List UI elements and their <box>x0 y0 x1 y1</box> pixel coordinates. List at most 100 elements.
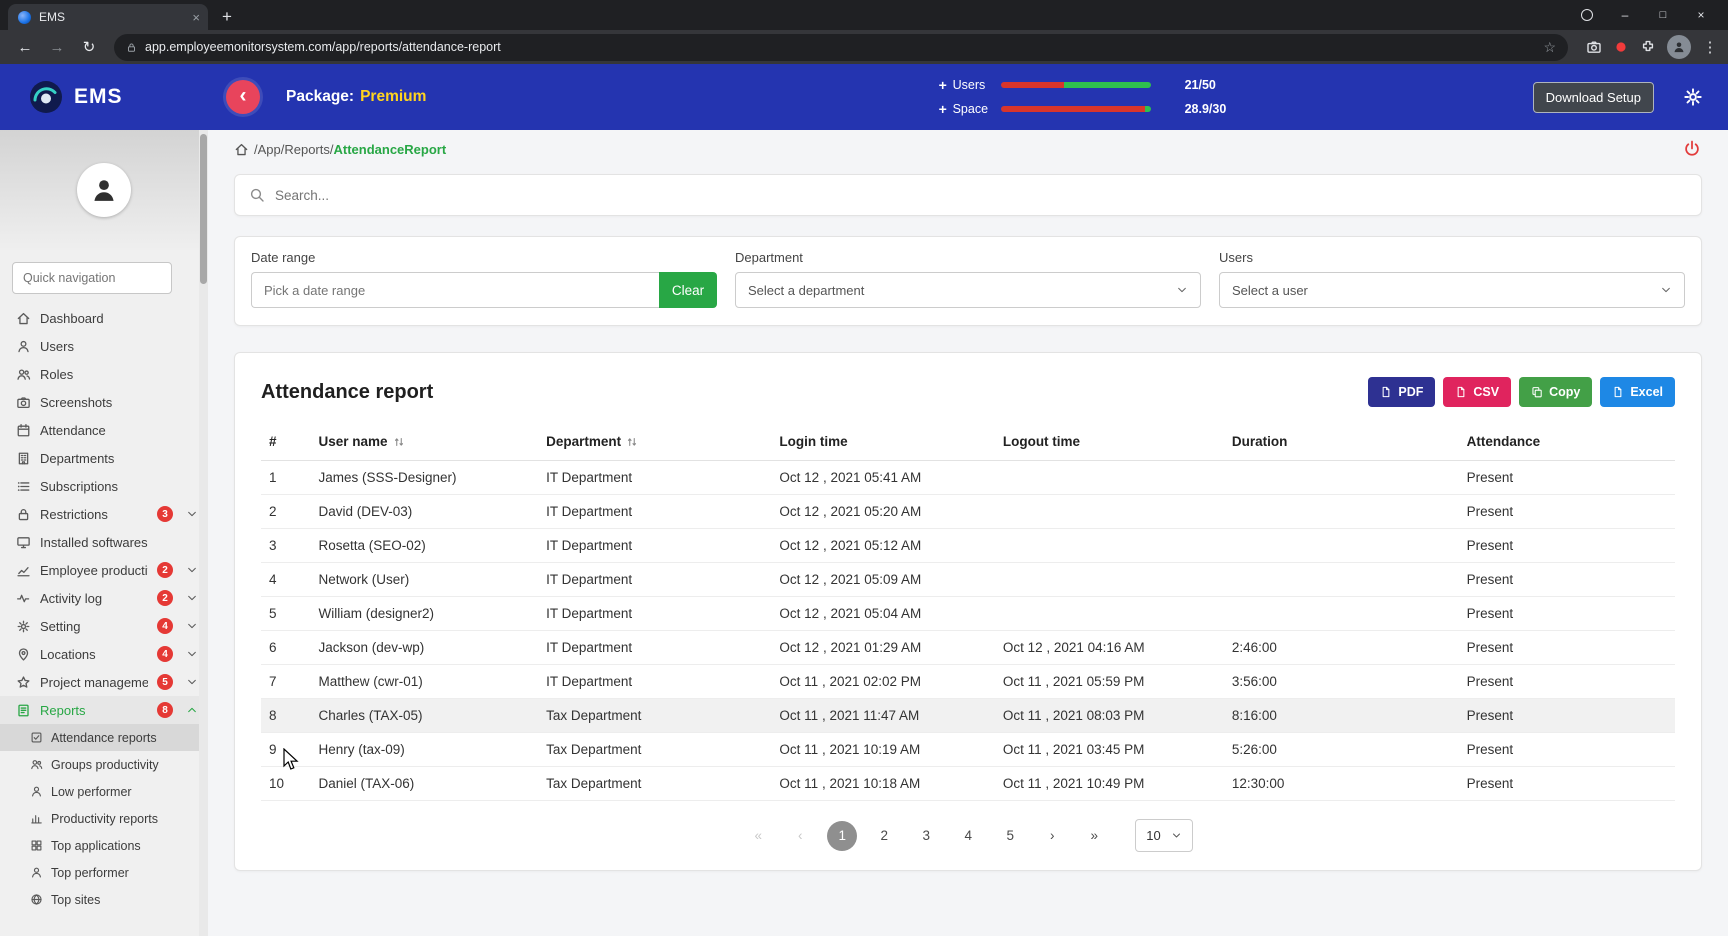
table-row[interactable]: 6 Jackson (dev-wp) IT Department Oct 12 , 2… <box>261 630 1675 665</box>
next-page-button[interactable]: › <box>1037 821 1067 851</box>
pdf-export-button[interactable]: PDF <box>1368 377 1436 407</box>
add-users-button[interactable]: + <box>939 77 953 93</box>
table-row[interactable]: 8 Charles (TAX-05) Tax Department Oct 11 , … <box>261 698 1675 733</box>
sidebar-item-project-management[interactable]: Project management 5 <box>0 668 208 696</box>
sidebar-subitem-top-performer[interactable]: Top performer <box>0 859 208 886</box>
browser-profile-avatar[interactable] <box>1667 35 1691 59</box>
notification-badge: 2 <box>157 562 173 578</box>
add-space-button[interactable]: + <box>939 101 953 117</box>
department-select[interactable]: Select a department <box>735 272 1201 308</box>
new-tab-button[interactable]: + <box>214 4 240 30</box>
sidebar-item-screenshots[interactable]: Screenshots <box>0 388 208 416</box>
sidebar-subitem-low-performer[interactable]: Low performer <box>0 778 208 805</box>
chevron-down-icon <box>186 592 198 604</box>
media-controls-icon[interactable] <box>1568 0 1606 30</box>
sidebar-subitem-top-sites[interactable]: Top sites <box>0 886 208 913</box>
sidebar-subitem-label: Attendance reports <box>51 730 157 745</box>
search-input[interactable] <box>275 187 1687 203</box>
sidebar-subitem-top-applications[interactable]: Top applications <box>0 832 208 859</box>
last-page-button[interactable]: » <box>1079 821 1109 851</box>
activity-icon <box>16 591 31 606</box>
sidebar-item-roles[interactable]: Roles <box>0 360 208 388</box>
page-size-select[interactable]: 10 <box>1135 819 1193 852</box>
recording-indicator-icon[interactable] <box>1613 39 1629 55</box>
table-cell: 3 <box>261 528 311 563</box>
table-row[interactable]: 9 Henry (tax-09) Tax Department Oct 11 , 20… <box>261 732 1675 767</box>
sidebar-item-reports[interactable]: Reports 8 <box>0 696 208 724</box>
sidebar-subitem-productivity-reports[interactable]: Productivity reports <box>0 805 208 832</box>
table-cell: Oct 11 , 2021 10:49 PM <box>994 766 1224 801</box>
sidebar-item-restrictions[interactable]: Restrictions 3 <box>0 500 208 528</box>
table-row[interactable]: 3 Rosetta (SEO-02) IT Department Oct 12 , 2… <box>261 528 1675 563</box>
header-back-button[interactable]: ‹ <box>226 80 260 114</box>
settings-gear-icon[interactable] <box>1682 86 1704 108</box>
window-close-button[interactable]: × <box>1682 0 1720 30</box>
sidebar-scrollbar-thumb[interactable] <box>200 134 207 284</box>
export-button-label: Copy <box>1549 385 1581 399</box>
excel-export-button[interactable]: Excel <box>1600 377 1675 407</box>
clear-button[interactable]: Clear <box>659 272 717 308</box>
first-page-button[interactable]: « <box>743 821 773 851</box>
sidebar-item-installed-softwares[interactable]: Installed softwares <box>0 528 208 556</box>
sidebar-item-activity-log[interactable]: Activity log 2 <box>0 584 208 612</box>
page-button-4[interactable]: 4 <box>953 821 983 851</box>
forward-nav-button[interactable]: → <box>42 32 72 62</box>
sidebar-item-departments[interactable]: Departments <box>0 444 208 472</box>
breadcrumb-home-icon[interactable] <box>234 142 249 157</box>
sidebar-scrollbar[interactable] <box>199 130 208 936</box>
page-button-3[interactable]: 3 <box>911 821 941 851</box>
attendance-table: # User name Department Login time Logout tim… <box>261 423 1675 801</box>
browser-menu-icon[interactable]: ⋮ <box>1702 38 1718 56</box>
table-cell: 2 <box>261 494 311 529</box>
window-maximize-button[interactable]: □ <box>1644 0 1682 30</box>
quick-navigation-input[interactable] <box>12 262 172 294</box>
sidebar-item-locations[interactable]: Locations 4 <box>0 640 208 668</box>
table-cell: 9 <box>261 732 311 767</box>
sidebar-subitem-groups-productivity[interactable]: Groups productivity <box>0 751 208 778</box>
sidebar-item-attendance[interactable]: Attendance <box>0 416 208 444</box>
home-icon <box>16 311 31 326</box>
sidebar-item-dashboard[interactable]: Dashboard <box>0 304 208 332</box>
csv-export-button[interactable]: CSV <box>1443 377 1512 407</box>
user-icon <box>16 339 31 354</box>
tab-close-icon[interactable]: × <box>192 10 200 25</box>
copy-export-button[interactable]: Copy <box>1519 377 1593 407</box>
profile-avatar[interactable] <box>77 163 131 217</box>
table-row[interactable]: 10 Daniel (TAX-06) Tax Department Oct 11 , … <box>261 766 1675 801</box>
users-select[interactable]: Select a user <box>1219 272 1685 308</box>
table-row[interactable]: 4 Network (User) IT Department Oct 12 , 202… <box>261 562 1675 597</box>
table-cell <box>1223 562 1459 597</box>
address-bar[interactable]: app.employeemonitorsystem.com/app/report… <box>114 33 1568 61</box>
page-button-1[interactable]: 1 <box>827 820 858 851</box>
extensions-icon[interactable] <box>1640 39 1656 55</box>
sidebar-subitem-attendance-reports[interactable]: Attendance reports <box>0 724 208 751</box>
browser-tab[interactable]: EMS × <box>8 4 208 30</box>
sidebar-item-subscriptions[interactable]: Subscriptions <box>0 472 208 500</box>
sidebar-item-employee-productivity[interactable]: Employee productivity 2 <box>0 556 208 584</box>
app-body: Dashboard Users Roles Screenshots Attendance… <box>0 130 1728 936</box>
table-cell: Tax Department <box>538 698 772 733</box>
page-button-2[interactable]: 2 <box>869 821 899 851</box>
sidebar-item-users[interactable]: Users <box>0 332 208 360</box>
table-cell: Oct 12 , 2021 01:29 AM <box>771 630 995 665</box>
users-chevron-down-icon <box>1660 284 1672 296</box>
window-minimize-button[interactable]: – <box>1606 0 1644 30</box>
app-header: EMS ‹ Package: Premium + Users 21/50 + Sp… <box>0 64 1728 130</box>
table-row[interactable]: 5 William (designer2) IT Department Oct 12 … <box>261 596 1675 631</box>
sidebar-item-setting[interactable]: Setting 4 <box>0 612 208 640</box>
column-header-user-name[interactable]: User name <box>310 423 539 461</box>
table-row[interactable]: 2 David (DEV-03) IT Department Oct 12 , 202… <box>261 494 1675 529</box>
prev-page-button[interactable]: ‹ <box>785 821 815 851</box>
download-setup-button[interactable]: Download Setup <box>1532 81 1654 113</box>
page-button-5[interactable]: 5 <box>995 821 1025 851</box>
file-icon <box>1380 386 1392 398</box>
table-row[interactable]: 1 James (SSS-Designer) IT Department Oct 12… <box>261 460 1675 495</box>
reload-button[interactable]: ↻ <box>74 32 104 62</box>
screen-capture-extension-icon[interactable] <box>1586 39 1602 55</box>
logout-power-icon[interactable] <box>1682 139 1702 159</box>
date-range-input[interactable] <box>251 272 659 308</box>
back-nav-button[interactable]: ← <box>10 32 40 62</box>
table-row[interactable]: 7 Matthew (cwr-01) IT Department Oct 11 , 2… <box>261 664 1675 699</box>
bookmark-star-icon[interactable]: ☆ <box>1543 39 1556 56</box>
column-header-department[interactable]: Department <box>538 423 772 461</box>
